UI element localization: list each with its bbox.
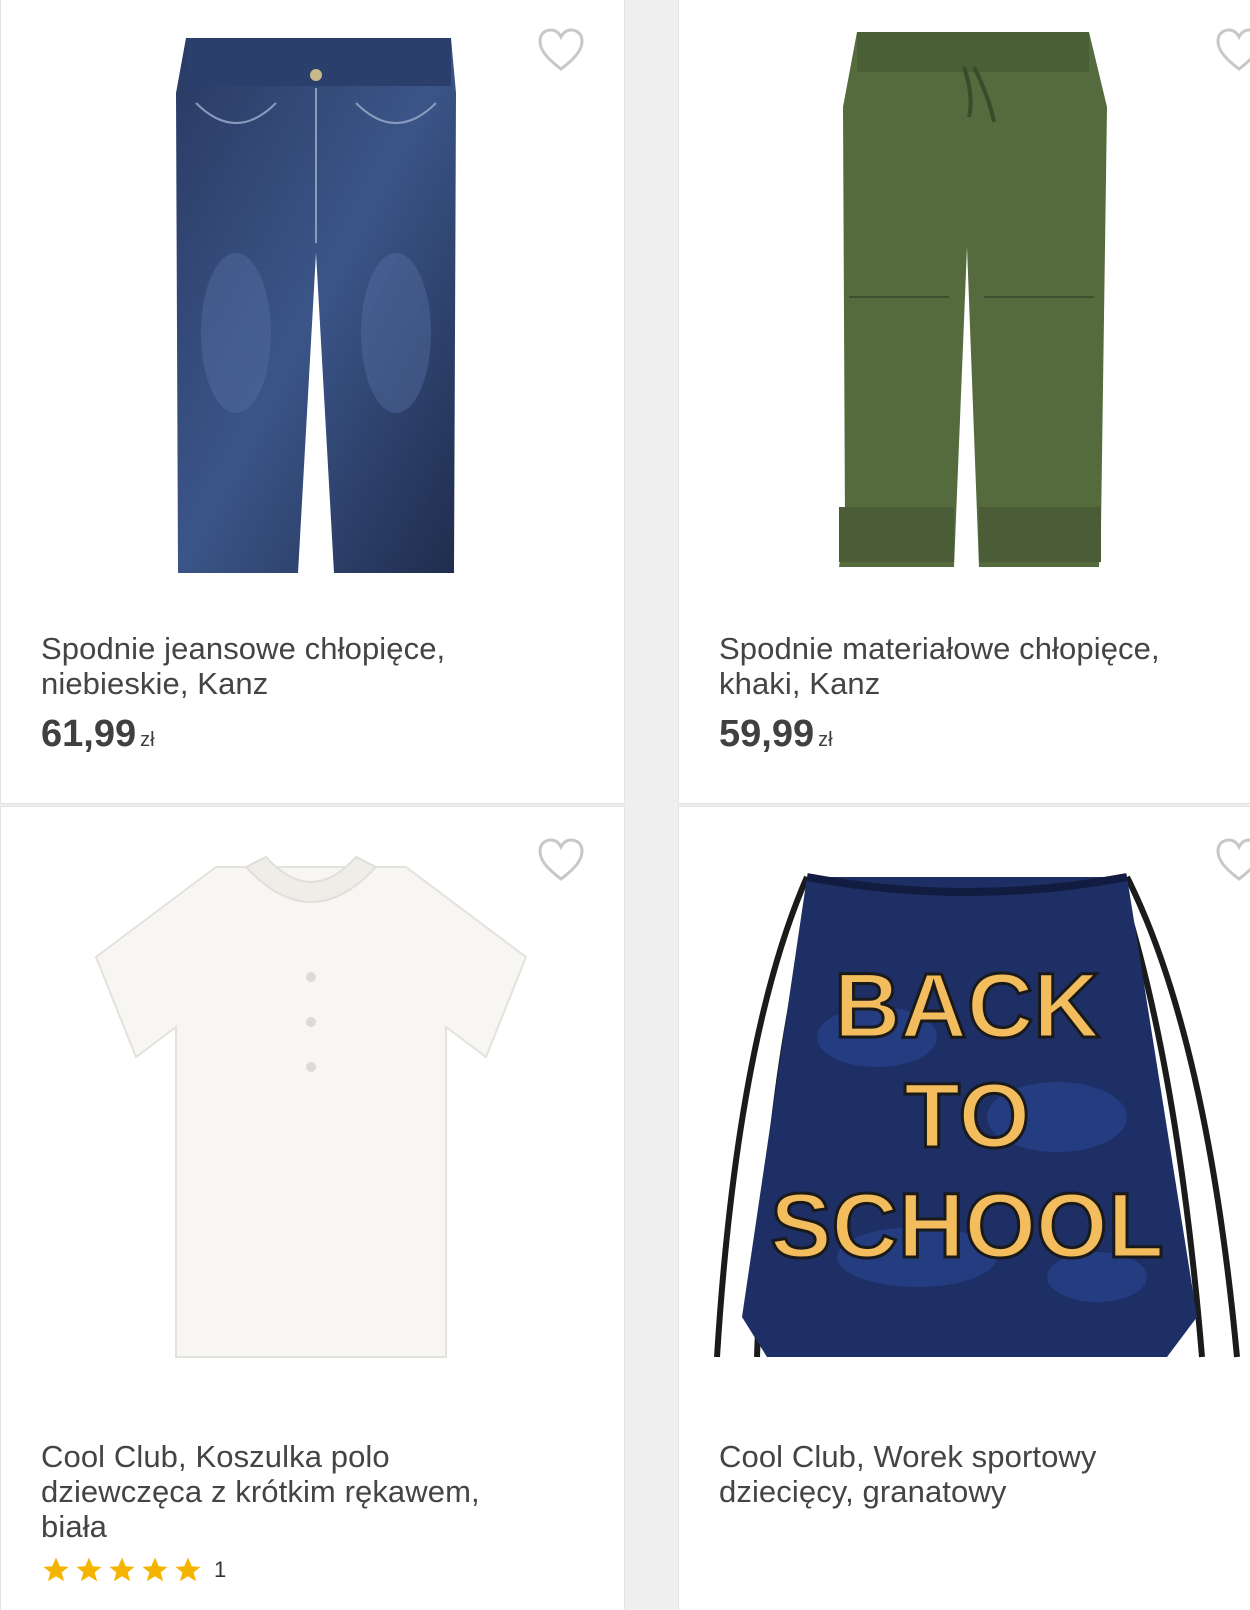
product-image-trousers[interactable] xyxy=(839,27,1139,577)
product-card[interactable]: Spodnie jeansowe chłopięce, niebieskie, … xyxy=(0,0,625,804)
bag-text-school: SCHOOL xyxy=(770,1175,1164,1277)
product-price: 61,99 zł xyxy=(41,713,155,755)
star-icon xyxy=(76,1557,102,1582)
product-card[interactable]: Cool Club, Koszulka polo dziewczęca z kr… xyxy=(0,806,625,1610)
product-image-polo[interactable] xyxy=(86,847,536,1367)
product-image-bag[interactable]: BACK TO SCHOOL xyxy=(697,837,1250,1397)
rating-count: 1 xyxy=(214,1557,227,1582)
heart-outline-icon[interactable] xyxy=(537,837,585,883)
product-name[interactable]: Cool Club, Koszulka polo dziewczęca z kr… xyxy=(41,1439,561,1544)
product-name[interactable]: Spodnie jeansowe chłopięce, niebieskie, … xyxy=(41,631,561,701)
product-card[interactable]: BACK TO SCHOOL Cool Club, Worek sportowy… xyxy=(678,806,1250,1610)
product-name[interactable]: Spodnie materiałowe chłopięce, khaki, Ka… xyxy=(719,631,1239,701)
rating: 1 xyxy=(41,1555,226,1585)
bag-text-back: BACK xyxy=(834,955,1100,1057)
product-card[interactable]: Spodnie materiałowe chłopięce, khaki, Ka… xyxy=(678,0,1250,804)
product-name[interactable]: Cool Club, Worek sportowy dziecięcy, gra… xyxy=(719,1439,1239,1509)
star-icon xyxy=(43,1557,69,1582)
bag-text-to: TO xyxy=(904,1065,1030,1167)
star-icon xyxy=(175,1557,201,1582)
heart-outline-icon[interactable] xyxy=(1215,27,1250,73)
product-price: 59,99 zł xyxy=(719,713,833,755)
heart-outline-icon[interactable] xyxy=(537,27,585,73)
star-icon xyxy=(109,1557,135,1582)
star-icon xyxy=(142,1557,168,1582)
product-image-jeans[interactable] xyxy=(166,33,466,593)
